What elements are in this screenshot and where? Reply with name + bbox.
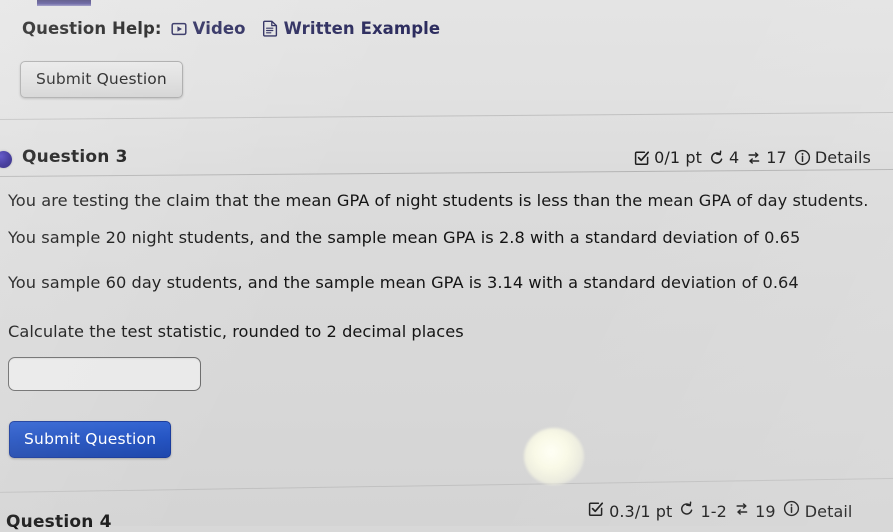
question3-statement-line-3: You sample 60 day students, and the samp… <box>8 273 799 292</box>
question3-title: Question 3 <box>22 147 128 167</box>
question4-title: Question 4 <box>6 512 112 532</box>
shuffle-icon <box>734 501 750 517</box>
question3-statement-line-2: You sample 20 night students, and the sa… <box>8 228 801 247</box>
video-help-label: Video <box>192 19 246 38</box>
document-icon <box>262 20 278 37</box>
retry-icon <box>679 500 695 517</box>
checkbox-checked-icon <box>588 501 604 517</box>
submit-question-button-top[interactable]: Submit Question <box>20 61 183 98</box>
question4-points-text: 0.3/1 pt <box>609 501 673 521</box>
retry-icon <box>709 149 725 166</box>
question4-meta: 0.3/1 pt 1-2 19 Detail <box>588 500 852 521</box>
question3-prompt-line: Calculate the test statistic, rounded to… <box>8 322 464 341</box>
info-icon <box>794 149 811 166</box>
question4-versions-chip[interactable]: 19 <box>734 501 776 521</box>
question4-points-chip: 0.3/1 pt <box>588 501 672 521</box>
question3-header: Question 3 0/1 pt 4 17 Details <box>0 142 893 176</box>
written-example-help-link[interactable]: Written Example <box>262 19 441 38</box>
shuffle-icon <box>746 150 762 166</box>
video-icon <box>171 21 187 37</box>
submit-question-button-bottom[interactable]: Submit Question <box>9 421 172 458</box>
question3-points-chip: 0/1 pt <box>634 148 702 167</box>
question3-versions-chip[interactable]: 17 <box>746 148 787 167</box>
question3-details-text: Details <box>814 148 871 167</box>
written-example-help-label: Written Example <box>283 19 441 38</box>
question3-details-link[interactable]: Details <box>794 148 871 167</box>
question4-details-link[interactable]: Detail <box>783 500 853 521</box>
checkbox-checked-icon <box>634 150 650 166</box>
question3-statement-line-1: You are testing the claim that the mean … <box>8 191 869 210</box>
question3-attempts-chip[interactable]: 4 <box>709 148 739 167</box>
test-statistic-answer-input[interactable] <box>8 357 201 391</box>
question3-versions-text: 17 <box>766 148 787 167</box>
cutoff-link-fragment <box>37 0 91 6</box>
question-help-label: Question Help: <box>22 19 162 38</box>
question3-attempts-text: 4 <box>728 148 740 167</box>
question4-details-text: Detail <box>804 502 853 521</box>
question4-versions-text: 19 <box>755 501 776 521</box>
info-icon <box>783 500 800 517</box>
question3-points-text: 0/1 pt <box>654 148 702 167</box>
question4-attempts-text: 1-2 <box>700 501 727 521</box>
question3-status-dot <box>0 151 12 168</box>
question-help-row: Question Help: Video Written Example <box>22 19 440 38</box>
question3-meta: 0/1 pt 4 17 Details <box>634 148 871 167</box>
question4-attempts-chip[interactable]: 1-2 <box>679 500 727 521</box>
video-help-link[interactable]: Video <box>171 19 246 38</box>
